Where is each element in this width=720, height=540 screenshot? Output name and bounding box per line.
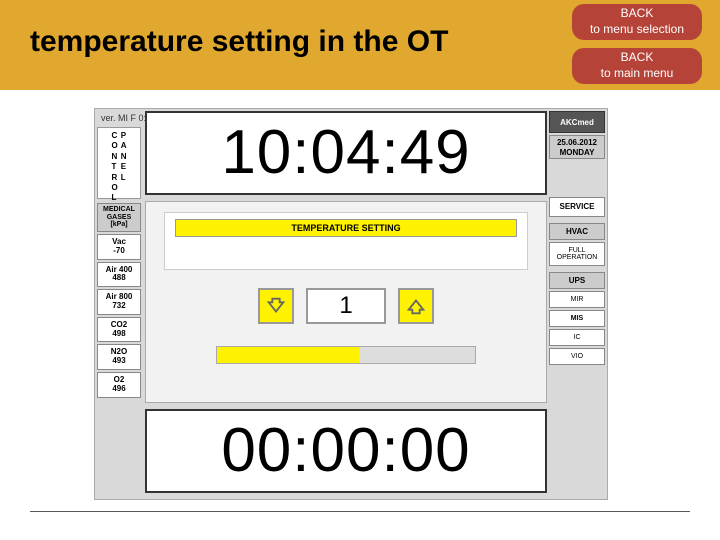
progress-bar xyxy=(216,346,476,364)
temperature-inner: TEMPERATURE SETTING xyxy=(164,212,528,270)
back-label-1b: to menu selection xyxy=(590,22,684,38)
back-main-menu-button[interactable]: BACK to main menu xyxy=(572,48,702,84)
slide-title: temperature setting in the OT xyxy=(30,25,448,59)
temperature-header: TEMPERATURE SETTING xyxy=(175,219,517,237)
mis-button[interactable]: MIS xyxy=(549,310,605,327)
gas-air800: Air 800732 xyxy=(97,289,141,315)
mir-button[interactable]: MIR xyxy=(549,291,605,308)
hr-divider xyxy=(30,511,690,512)
hvac-label: HVAC xyxy=(549,223,605,240)
ups-label: UPS xyxy=(549,272,605,289)
temperature-down-button[interactable] xyxy=(258,288,294,324)
temperature-value: 1 xyxy=(306,288,386,324)
left-column: CONTROL PANEL MEDICALGASES[kPa] Vac-70 A… xyxy=(97,127,141,398)
back-menu-selection-button[interactable]: BACK to menu selection xyxy=(572,4,702,40)
clock-display: 10:04:49 xyxy=(145,111,547,195)
cp-right: PANEL xyxy=(121,131,127,183)
progress-fill xyxy=(217,347,359,363)
gases-header: MEDICALGASES[kPa] xyxy=(97,203,141,232)
temperature-up-button[interactable] xyxy=(398,288,434,324)
temperature-panel: TEMPERATURE SETTING 1 xyxy=(145,201,547,403)
gas-air400: Air 400488 xyxy=(97,262,141,288)
back-label-1a: BACK xyxy=(621,6,654,22)
service-button[interactable]: SERVICE xyxy=(549,197,605,217)
middle-column: 10:04:49 TEMPERATURE SETTING 1 00:00:00 xyxy=(145,111,547,493)
control-panel-label: CONTROL PANEL xyxy=(97,127,141,199)
control-panel: ver. MI F 0:23 CONTROL PANEL MEDICALGASE… xyxy=(94,108,608,500)
timer-display: 00:00:00 xyxy=(145,409,547,493)
back-label-2a: BACK xyxy=(621,50,654,66)
vio-button[interactable]: VIO xyxy=(549,348,605,365)
gas-o2: O2496 xyxy=(97,372,141,398)
arrow-down-icon xyxy=(265,295,287,317)
back-label-2b: to main menu xyxy=(601,66,674,82)
gas-n2o: N2O493 xyxy=(97,344,141,370)
full-operation-button[interactable]: FULL OPERATION xyxy=(549,242,605,266)
right-column: AKCmed 25.06.2012MONDAY SERVICE HVAC FUL… xyxy=(549,111,605,365)
gas-co2: CO2498 xyxy=(97,317,141,343)
ic-button[interactable]: IC xyxy=(549,329,605,346)
gas-vac: Vac-70 xyxy=(97,234,141,260)
arrow-up-icon xyxy=(405,295,427,317)
date-box: 25.06.2012MONDAY xyxy=(549,135,605,159)
logo: AKCmed xyxy=(549,111,605,133)
cp-left: CONTROL xyxy=(111,131,117,204)
temperature-controls: 1 xyxy=(164,288,528,324)
